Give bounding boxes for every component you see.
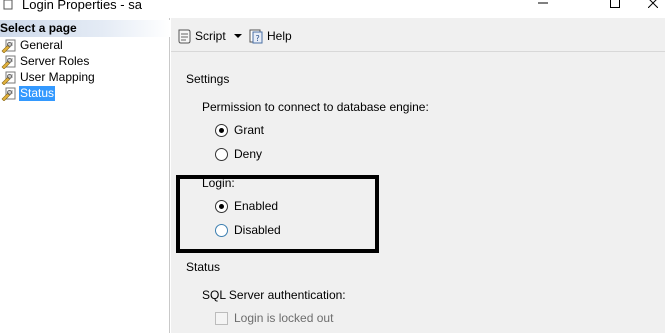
radio-label: Grant [234, 123, 265, 137]
help-label: Help [267, 29, 292, 43]
permission-label: Permission to connect to database engine… [202, 100, 429, 114]
page-item-label: General [20, 38, 63, 52]
wrench-page-icon [1, 39, 16, 53]
maximize-icon [610, 0, 620, 8]
svg-text:?: ? [256, 34, 260, 43]
page-item-label: User Mapping [20, 70, 95, 84]
settings-section-title: Settings [186, 72, 230, 86]
window-title: Login Properties - sa [22, 0, 142, 12]
minimize-icon [538, 2, 548, 4]
radio-label: Deny [234, 147, 263, 161]
app-icon [3, 0, 13, 10]
help-icon: ? [249, 29, 263, 44]
radio-label: Disabled [234, 223, 281, 237]
locked-out-checkbox [215, 311, 228, 325]
radio-button[interactable] [215, 123, 228, 137]
script-dropdown-arrow-icon[interactable] [234, 34, 242, 38]
grant-radio[interactable]: Grant [215, 122, 264, 138]
radio-button[interactable] [215, 147, 228, 161]
page-item-label: Status [19, 86, 56, 101]
wrench-page-icon [1, 71, 16, 85]
title-bar: Login Properties - sa [0, 0, 665, 18]
login-label: Login: [202, 176, 235, 190]
enabled-radio[interactable]: Enabled [215, 198, 278, 214]
close-button[interactable] [640, 0, 665, 12]
wrench-page-icon [1, 55, 16, 69]
script-icon [178, 29, 191, 44]
deny-radio[interactable]: Deny [215, 146, 262, 162]
script-label: Script [195, 29, 226, 43]
radio-label: Enabled [234, 199, 279, 213]
select-page-pane: Select a page General Server Roles User … [0, 18, 170, 333]
wrench-page-icon [1, 87, 16, 101]
locked-out-label: Login is locked out [234, 311, 334, 325]
page-item-general[interactable]: General [0, 38, 160, 54]
locked-out-checkbox-row: Login is locked out [215, 311, 333, 325]
sql-auth-label: SQL Server authentication: [202, 288, 346, 302]
script-button[interactable]: Script [176, 26, 226, 46]
close-icon [647, 0, 658, 8]
status-section-title: Status [186, 260, 221, 274]
radio-button[interactable] [215, 199, 228, 213]
maximize-button[interactable] [592, 0, 638, 12]
select-page-title: Select a page [0, 21, 77, 35]
page-item-label: Server Roles [20, 54, 90, 68]
page-item-status[interactable]: Status [0, 86, 160, 102]
page-item-server-roles[interactable]: Server Roles [0, 54, 160, 70]
help-button[interactable]: ? Help [248, 26, 292, 46]
select-page-header: Select a page [0, 20, 170, 37]
minimize-button[interactable] [520, 0, 566, 12]
page-item-user-mapping[interactable]: User Mapping [0, 70, 160, 86]
disabled-radio[interactable]: Disabled [215, 222, 281, 238]
radio-button[interactable] [215, 223, 228, 237]
toolbar: Script ? Help [171, 18, 665, 52]
status-page-content: Script ? Help Settings Permission to con… [171, 18, 665, 333]
